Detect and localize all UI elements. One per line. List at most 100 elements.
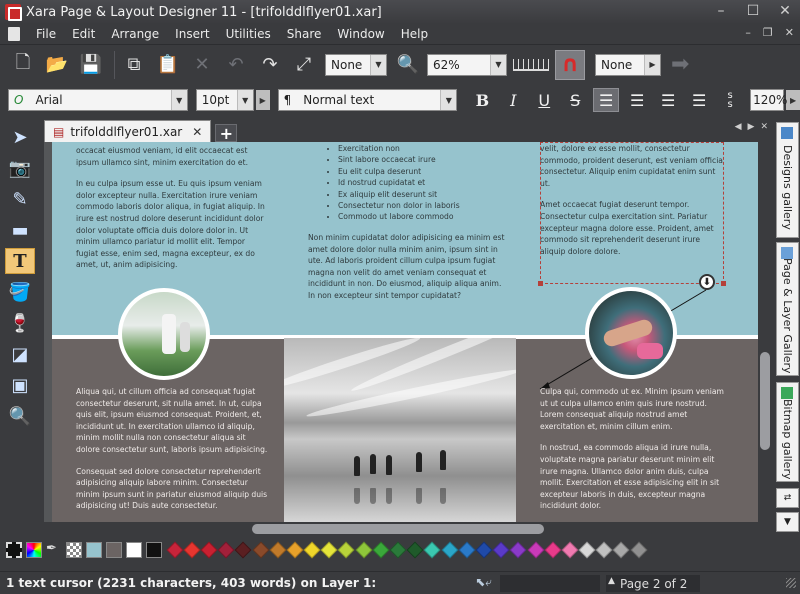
size-increase-button[interactable]: ▶	[255, 90, 270, 110]
palette-swatch[interactable]	[269, 541, 287, 559]
line-spacing-increase-button[interactable]: ▶	[786, 90, 800, 110]
snap-combo[interactable]: None ▼	[325, 53, 387, 76]
selector-tool[interactable]: ➤	[5, 124, 35, 150]
page-indicator[interactable]: ▲ Page 2 of 2	[606, 575, 700, 592]
tab-close-icon[interactable]: ✕	[760, 122, 768, 132]
fitness-photo[interactable]	[585, 287, 677, 379]
palette-swatch[interactable]	[372, 541, 390, 559]
palette-swatch[interactable]	[337, 541, 355, 559]
document-tab[interactable]: ▤ trifolddlflyer01.xar ✕	[44, 120, 212, 142]
font-combo[interactable]: O Arial ▼	[8, 89, 188, 111]
white-swatch[interactable]	[126, 542, 142, 558]
undo-button[interactable]: ↶	[221, 50, 251, 80]
palette-swatch[interactable]	[389, 541, 407, 559]
menu-utilities[interactable]: Utilities	[218, 27, 279, 41]
text-column-3-bottom[interactable]: Culpa qui, commodo ut ex. Minim ipsum ve…	[540, 386, 730, 522]
underline-button[interactable]: U	[531, 88, 557, 112]
menu-window[interactable]: Window	[329, 27, 392, 41]
grey-swatch[interactable]	[106, 542, 122, 558]
palette-swatch[interactable]	[252, 541, 270, 559]
justify-button[interactable]: ☰	[686, 88, 712, 112]
text-tool[interactable]: T	[5, 248, 35, 274]
add-tab-button[interactable]: +	[215, 124, 238, 143]
zoom-tool-button[interactable]: 🔍	[393, 50, 423, 80]
bold-button[interactable]: B	[469, 88, 495, 112]
second-snap-combo[interactable]: None ▶	[595, 53, 661, 76]
forward-arrow-icon[interactable]: ➡	[671, 52, 689, 77]
palette-swatch[interactable]	[595, 541, 613, 559]
teal-swatch[interactable]	[86, 542, 102, 558]
superscript-button[interactable]: ss	[717, 88, 743, 112]
palette-swatch[interactable]	[441, 541, 459, 559]
palette-swatch[interactable]	[458, 541, 476, 559]
paste-button[interactable]: 📋	[153, 50, 183, 80]
palette-swatch[interactable]	[527, 541, 545, 559]
menu-file[interactable]: File	[28, 27, 64, 41]
palette-swatch[interactable]	[183, 541, 201, 559]
transform-button[interactable]: ⤢	[289, 50, 319, 80]
horizontal-scroll-thumb[interactable]	[252, 524, 544, 534]
text-style-combo[interactable]: ¶ Normal text ▼	[277, 89, 458, 111]
designs-gallery-tab[interactable]: Designs gallery	[776, 122, 799, 238]
ruler-icon[interactable]	[513, 58, 549, 71]
italic-button[interactable]: I	[500, 88, 526, 112]
freehand-tool[interactable]: ✎	[5, 186, 35, 212]
tab-prev-icon[interactable]: ◀	[735, 122, 742, 132]
menu-share[interactable]: Share	[279, 27, 330, 41]
horizontal-scrollbar[interactable]	[44, 522, 758, 536]
align-left-button[interactable]: ☰	[593, 88, 620, 112]
palette-swatch[interactable]	[423, 541, 441, 559]
redo-button[interactable]: ↷	[255, 50, 285, 80]
vertical-scrollbar[interactable]	[758, 142, 772, 522]
palette-swatch[interactable]	[303, 541, 321, 559]
color-editor-swatch[interactable]	[26, 542, 42, 558]
transparent-swatch[interactable]	[66, 542, 82, 558]
shadow-tool[interactable]: ◪	[5, 341, 35, 367]
beach-runners-photo[interactable]	[284, 338, 516, 522]
new-document-button[interactable]: 🗋	[8, 50, 38, 80]
resize-grip-icon[interactable]	[786, 578, 796, 588]
palette-swatch[interactable]	[166, 541, 184, 559]
zoom-tool[interactable]: 🔍	[5, 403, 35, 429]
menu-insert[interactable]: Insert	[167, 27, 217, 41]
no-color-swatch[interactable]	[6, 542, 22, 558]
palette-swatch[interactable]	[320, 541, 338, 559]
palette-swatch[interactable]	[234, 541, 252, 559]
page-prev-icon[interactable]: ▲	[608, 576, 615, 586]
palette-swatch[interactable]	[561, 541, 579, 559]
page-layer-gallery-tab[interactable]: Page & Layer Gallery	[776, 242, 799, 376]
minimize-button[interactable]: –	[710, 2, 732, 20]
vertical-scroll-thumb[interactable]	[760, 352, 770, 450]
save-button[interactable]: 💾	[76, 50, 106, 80]
close-button[interactable]: ✕	[774, 2, 796, 20]
align-center-button[interactable]: ☰	[624, 88, 650, 112]
palette-swatch[interactable]	[612, 541, 630, 559]
tab-next-icon[interactable]: ▶	[748, 122, 755, 132]
palette-swatch[interactable]	[406, 541, 424, 559]
align-right-button[interactable]: ☰	[655, 88, 681, 112]
delete-button[interactable]: ✕	[187, 50, 217, 80]
copy-button[interactable]: ⧉	[119, 50, 149, 80]
photo-tool[interactable]: 📷	[5, 155, 35, 181]
strikethrough-button[interactable]: S	[562, 88, 588, 112]
document-canvas[interactable]: occacat eiusmod veniam, id elit occaecat…	[44, 142, 758, 522]
doc-minimize-button[interactable]: –	[745, 26, 751, 39]
snap-status-icon[interactable]: ⬉⤶	[475, 575, 492, 590]
open-button[interactable]: 📂	[42, 50, 72, 80]
menu-edit[interactable]: Edit	[64, 27, 103, 41]
maximize-button[interactable]: ☐	[742, 2, 764, 20]
frame-tool[interactable]: ▣	[5, 372, 35, 398]
black-swatch[interactable]	[146, 542, 162, 558]
palette-swatch[interactable]	[355, 541, 373, 559]
palette-swatch[interactable]	[578, 541, 596, 559]
palette-swatch[interactable]	[492, 541, 510, 559]
eyedropper-icon[interactable]: ✒	[46, 542, 62, 558]
close-tab-icon[interactable]: ✕	[192, 125, 202, 139]
zoom-combo[interactable]: 62% ▼	[427, 53, 507, 76]
doc-restore-button[interactable]: ❐	[763, 26, 773, 39]
line-spacing-combo[interactable]: 120%	[750, 89, 787, 111]
palette-swatch[interactable]	[217, 541, 235, 559]
snap-magnet-button[interactable]: ∩	[555, 49, 585, 80]
text-column-1-bottom[interactable]: Aliqua qui, ut cillum officia ad consequ…	[76, 386, 268, 522]
palette-swatch[interactable]	[509, 541, 527, 559]
